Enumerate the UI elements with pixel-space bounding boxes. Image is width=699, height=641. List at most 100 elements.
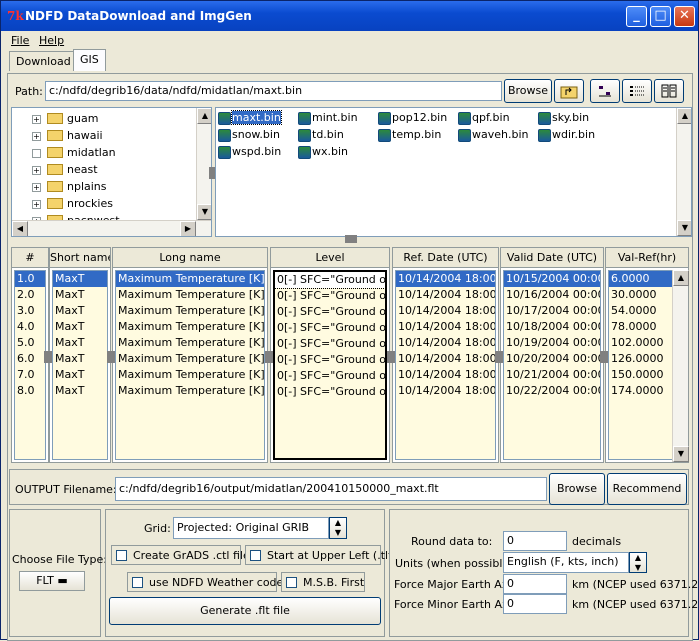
folder-tree[interactable]: + guam + hawaii midatlan + neast + nplains + nrock… xyxy=(11,107,212,237)
file-item[interactable]: wdir.bin xyxy=(538,127,595,143)
table-cell[interactable]: 1.0 xyxy=(15,271,45,287)
table-cell[interactable]: 0[-] SFC="Ground or wa xyxy=(275,304,385,320)
table-cell[interactable]: 10/14/2004 18:00 xyxy=(396,383,495,399)
minor-axis-input[interactable]: 0 xyxy=(503,594,567,614)
menu-help[interactable]: Help xyxy=(39,34,64,47)
grid-spinner[interactable]: ▲ ▼ xyxy=(329,517,347,539)
table-cell[interactable]: 10/14/2004 18:00 xyxy=(396,287,495,303)
table-cell[interactable]: 4.0 xyxy=(15,319,45,335)
table-cell[interactable]: 10/16/2004 00:00 xyxy=(504,287,600,303)
table-cell[interactable]: 10/20/2004 00:00 xyxy=(504,351,600,367)
table-cell[interactable]: Maximum Temperature [K] xyxy=(116,383,264,399)
table-cell[interactable]: Maximum Temperature [K] xyxy=(116,335,264,351)
tree-vscroll[interactable]: ▲ ▼ xyxy=(196,108,211,220)
tab-gis[interactable]: GIS xyxy=(73,49,106,71)
column-list-short-name[interactable]: MaxT MaxT MaxT MaxT MaxT MaxT MaxT MaxT xyxy=(52,270,108,460)
column-splitter-handle[interactable] xyxy=(600,351,608,363)
table-cell[interactable]: 10/14/2004 18:00 xyxy=(396,367,495,383)
major-axis-input[interactable]: 0 xyxy=(503,574,567,594)
table-cell[interactable]: 0[-] SFC="Ground or wa xyxy=(275,384,385,400)
msb-first-checkbox[interactable]: M.S.B. First xyxy=(281,572,365,592)
table-cell[interactable]: Maximum Temperature [K] xyxy=(116,351,264,367)
table-cell[interactable]: 0[-] SFC="Ground or wa xyxy=(275,368,385,384)
column-header-valid-date[interactable]: Valid Date (UTC) xyxy=(501,248,603,268)
table-cell[interactable]: MaxT xyxy=(53,367,107,383)
table-cell[interactable]: Maximum Temperature [K] xyxy=(116,287,264,303)
scroll-down-arrow-icon[interactable]: ▼ xyxy=(197,204,211,220)
file-vscroll[interactable]: ▲ ▼ xyxy=(676,108,691,236)
expand-plus-icon[interactable]: + xyxy=(32,131,41,141)
table-cell[interactable]: 2.0 xyxy=(15,287,45,303)
table-cell[interactable]: 10/21/2004 00:00 xyxy=(504,367,600,383)
table-cell[interactable]: 0[-] SFC="Ground or wa xyxy=(275,320,385,336)
path-input[interactable]: c:/ndfd/degrib16/data/ndfd/midatlan/maxt… xyxy=(45,81,502,101)
table-cell[interactable]: 5.0 xyxy=(15,335,45,351)
round-input[interactable]: 0 xyxy=(503,531,567,551)
file-item[interactable]: temp.bin xyxy=(378,127,441,143)
table-cell[interactable]: 10/14/2004 18:00 xyxy=(396,271,495,287)
menu-file[interactable]: File xyxy=(11,34,29,47)
file-item[interactable]: sky.bin xyxy=(538,110,589,126)
file-item[interactable]: snow.bin xyxy=(218,127,280,143)
scroll-up-arrow-icon[interactable]: ▲ xyxy=(197,108,211,124)
scroll-left-arrow-icon[interactable]: ◀ xyxy=(12,221,28,236)
table-cell[interactable]: 10/22/2004 00:00 xyxy=(504,383,600,399)
file-scroll-down-icon[interactable]: ▼ xyxy=(677,220,691,236)
expander-empty-icon[interactable] xyxy=(32,148,41,158)
maximize-button[interactable]: □ xyxy=(650,6,671,27)
column-splitter-handle[interactable] xyxy=(387,351,395,363)
file-item[interactable]: pop12.bin xyxy=(378,110,447,126)
units-spinner[interactable]: ▲ ▼ xyxy=(629,552,647,573)
expand-plus-icon[interactable]: + xyxy=(32,182,41,192)
filetype-select[interactable]: FLT ▬ xyxy=(19,571,85,591)
file-item[interactable]: qpf.bin xyxy=(458,110,510,126)
recommend-button[interactable]: Recommend xyxy=(607,473,687,505)
column-splitter-handle[interactable] xyxy=(44,351,52,363)
tab-download[interactable]: Download xyxy=(9,51,78,71)
table-cell[interactable]: Maximum Temperature [K] xyxy=(116,303,264,319)
units-select[interactable]: English (F, kts, inch) xyxy=(503,552,629,573)
column-list-long-name[interactable]: Maximum Temperature [K] Maximum Temperatu… xyxy=(115,270,265,460)
grads-checkbox[interactable]: Create GrADS .ctl file xyxy=(111,545,250,565)
output-filename-input[interactable]: c:/ndfd/degrib16/output/midatlan/2004101… xyxy=(115,477,547,501)
table-cell[interactable]: 0[-] SFC="Ground or wa xyxy=(274,271,386,289)
column-list-level[interactable]: 0[-] SFC="Ground or wa0[-] SFC="Ground o… xyxy=(273,270,387,460)
up-folder-button[interactable] xyxy=(554,79,584,103)
close-button[interactable]: ✕ xyxy=(674,6,695,27)
grid-select[interactable]: Projected: Original GRIB xyxy=(173,517,329,539)
table-cell[interactable]: Maximum Temperature [K] xyxy=(116,271,264,287)
table-scroll-down-icon[interactable]: ▼ xyxy=(673,446,689,462)
table-cell[interactable]: MaxT xyxy=(53,351,107,367)
table-cell[interactable]: 0[-] SFC="Ground or wa xyxy=(275,336,385,352)
tree-folder-hawaii[interactable]: + hawaii xyxy=(32,128,103,144)
table-cell[interactable]: 6.0 xyxy=(15,351,45,367)
file-item[interactable]: wspd.bin xyxy=(218,144,281,160)
column-splitter-handle[interactable] xyxy=(495,351,503,363)
table-vscroll[interactable]: ▲ ▼ xyxy=(672,270,689,462)
table-cell[interactable]: 10/14/2004 18:00 xyxy=(396,303,495,319)
table-cell[interactable]: MaxT xyxy=(53,303,107,319)
table-cell[interactable]: MaxT xyxy=(53,335,107,351)
table-cell[interactable]: 10/18/2004 00:00 xyxy=(504,319,600,335)
file-scroll-up-icon[interactable]: ▲ xyxy=(677,108,691,124)
table-cell[interactable]: 7.0 xyxy=(15,367,45,383)
tree-folder-neast[interactable]: + neast xyxy=(32,162,98,178)
column-list-ref-date[interactable]: 10/14/2004 18:00 10/14/2004 18:00 10/14/20… xyxy=(395,270,496,460)
file-item[interactable]: waveh.bin xyxy=(458,127,529,143)
horizontal-splitter-handle[interactable] xyxy=(345,235,357,243)
column-list-valid-date[interactable]: 10/15/2004 00:00 10/16/2004 00:00 10/17/20… xyxy=(503,270,601,460)
table-cell[interactable]: 8.0 xyxy=(15,383,45,399)
tree-folder-guam[interactable]: + guam xyxy=(32,111,98,127)
tree-folder-nrockies[interactable]: + nrockies xyxy=(32,196,113,212)
column-header-long-name[interactable]: Long name xyxy=(113,248,267,268)
column-splitter-handle[interactable] xyxy=(107,351,115,363)
file-item[interactable]: maxt.bin xyxy=(218,110,282,126)
ndfd-weather-checkbox[interactable]: use NDFD Weather code xyxy=(127,572,283,592)
table-cell[interactable]: 10/17/2004 00:00 xyxy=(504,303,600,319)
scroll-right-arrow-icon[interactable]: ▶ xyxy=(180,221,196,236)
table-cell[interactable]: 0[-] SFC="Ground or wa xyxy=(275,288,385,304)
column-splitter-handle[interactable] xyxy=(265,351,273,363)
table-cell[interactable]: MaxT xyxy=(53,383,107,399)
title-bar[interactable]: 7k NDFD DataDownload and ImgGen _ □ ✕ xyxy=(1,1,698,31)
table-cell[interactable]: 10/14/2004 18:00 xyxy=(396,335,495,351)
